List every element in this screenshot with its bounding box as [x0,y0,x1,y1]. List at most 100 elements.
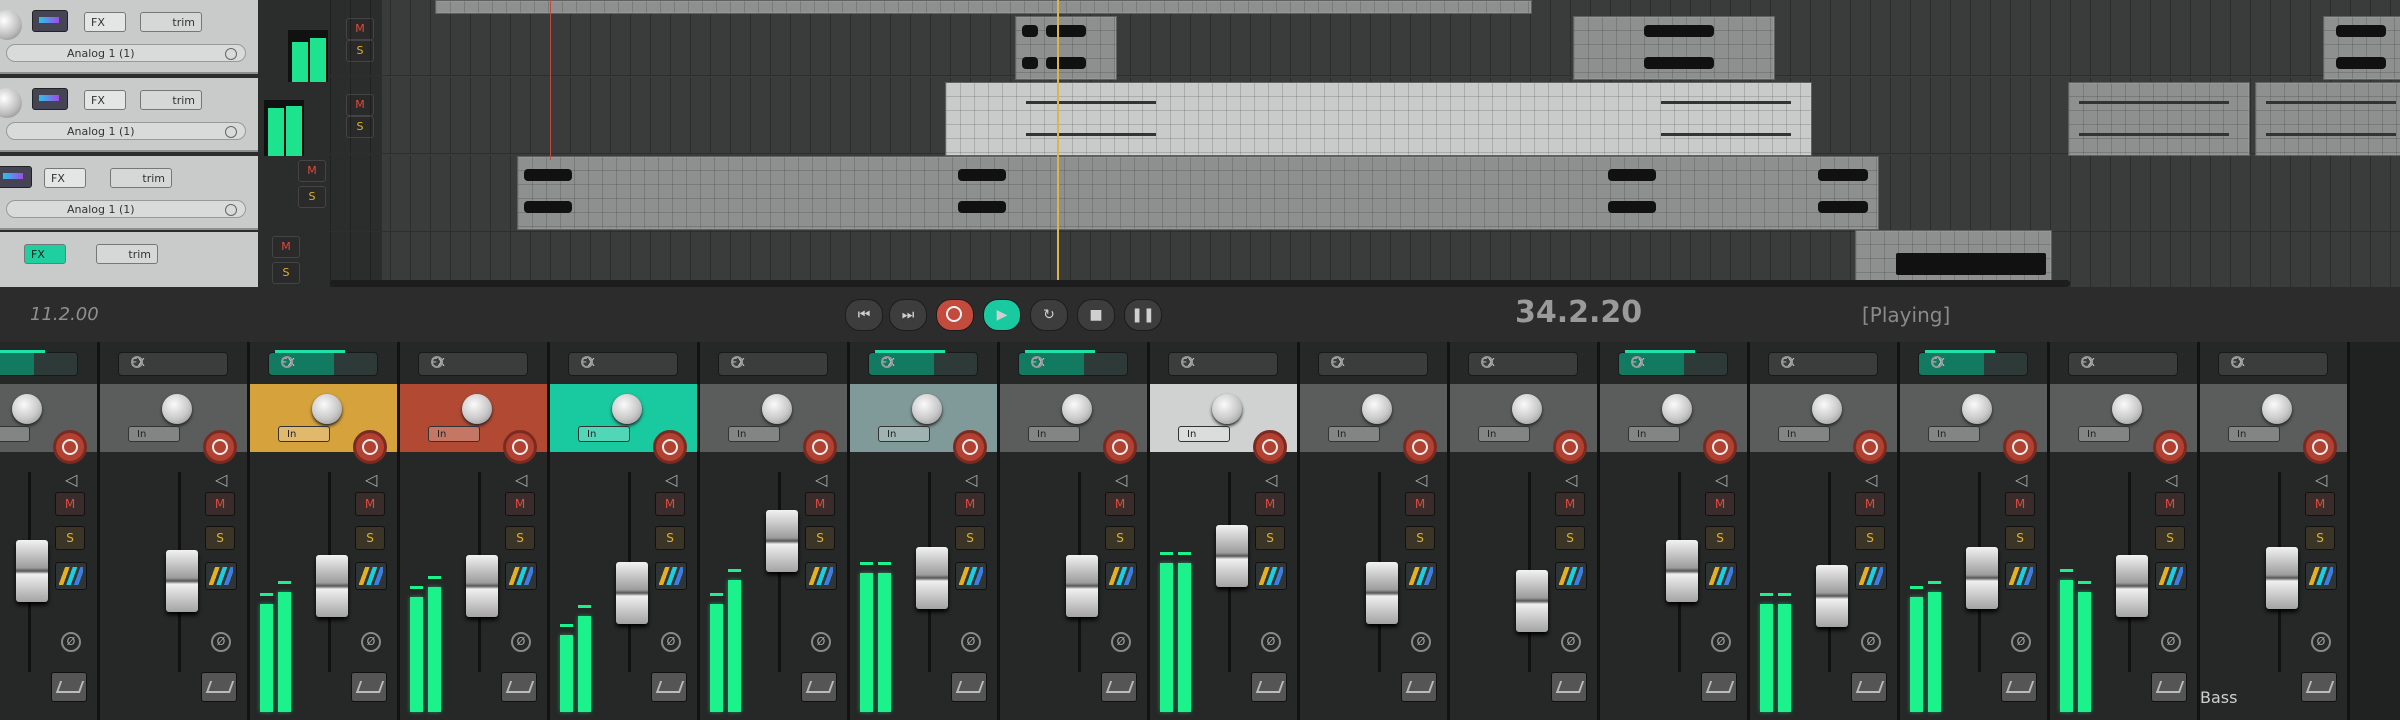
record-arm-button[interactable] [2303,430,2337,464]
mute-button[interactable]: M [1705,492,1735,516]
record-arm-button[interactable] [503,430,537,464]
speaker-icon[interactable]: ◁ [2015,470,2035,490]
strip-fx-button[interactable]: FX [568,352,678,376]
phase-invert-button[interactable]: Ø [1861,632,1881,652]
speaker-icon[interactable]: ◁ [815,470,835,490]
routing-icon[interactable] [1105,562,1137,590]
envelope-button[interactable] [1251,672,1287,702]
input-select[interactable]: In [578,426,630,442]
mute-button[interactable]: M [955,492,985,516]
fx-bypass-icon[interactable] [281,356,293,368]
pan-knob[interactable] [1212,394,1242,424]
solo-button[interactable]: S [1855,526,1885,550]
record-arm-button[interactable] [653,430,687,464]
mute-button[interactable]: M [2005,492,2035,516]
track-input-select[interactable]: Analog 1 (1) [6,200,246,218]
record-arm-button[interactable] [1553,430,1587,464]
volume-fader[interactable] [1066,555,1098,617]
routing-icon[interactable] [955,562,987,590]
speaker-icon[interactable]: ◁ [1865,470,1885,490]
fx-bypass-icon[interactable] [131,356,143,368]
track-3-mute-button[interactable]: M [298,160,326,182]
media-item[interactable] [2255,82,2400,156]
envelope-button[interactable] [2151,672,2187,702]
media-item[interactable] [2068,82,2250,156]
record-arm-button[interactable] [1403,430,1437,464]
input-select[interactable]: In [428,426,480,442]
solo-button[interactable]: S [505,526,535,550]
envelope-icon[interactable] [32,88,68,110]
fx-bypass-icon[interactable] [1931,356,1943,368]
input-select[interactable]: In [278,426,330,442]
strip-fx-button[interactable]: FX [418,352,528,376]
pan-knob[interactable] [162,394,192,424]
stop-button[interactable]: ■ [1077,299,1115,331]
solo-button[interactable]: S [655,526,685,550]
fx-bypass-icon[interactable] [1031,356,1043,368]
pan-knob[interactable] [2112,394,2142,424]
fx-bypass-icon[interactable] [1181,356,1193,368]
input-select[interactable]: In [1328,426,1380,442]
strip-fx-button[interactable]: FX [0,350,78,376]
track-fx-button[interactable]: FX [84,90,126,110]
track-record-arm-button[interactable] [0,10,22,40]
phase-invert-button[interactable]: Ø [1411,632,1431,652]
media-item[interactable] [1573,16,1775,80]
media-item[interactable] [2323,16,2400,80]
solo-button[interactable]: S [955,526,985,550]
envelope-button[interactable] [501,672,537,702]
phase-invert-button[interactable]: Ø [2011,632,2031,652]
fx-bypass-icon[interactable] [1481,356,1493,368]
speaker-icon[interactable]: ◁ [2315,470,2335,490]
pan-knob[interactable] [1512,394,1542,424]
track-fx-button[interactable]: FX [44,168,86,188]
record-arm-button[interactable] [803,430,837,464]
routing-icon[interactable] [355,562,387,590]
record-arm-button[interactable] [1703,430,1737,464]
record-button[interactable] [936,299,974,331]
mute-button[interactable]: M [1855,492,1885,516]
pan-knob[interactable] [1362,394,1392,424]
solo-button[interactable]: S [2005,526,2035,550]
play-button[interactable]: ▶ [983,299,1021,331]
routing-icon[interactable] [655,562,687,590]
record-arm-button[interactable] [1253,430,1287,464]
solo-button[interactable]: S [1405,526,1435,550]
envelope-button[interactable] [1551,672,1587,702]
mute-button[interactable]: M [205,492,235,516]
volume-fader[interactable] [916,547,948,609]
strip-fx-button[interactable]: FX [868,350,978,376]
fx-bypass-icon[interactable] [431,356,443,368]
input-select[interactable]: In [2228,426,2280,442]
envelope-button[interactable] [2301,672,2337,702]
solo-button[interactable]: S [1555,526,1585,550]
track-3-solo-button[interactable]: S [298,186,326,208]
phase-invert-button[interactable]: Ø [61,632,81,652]
routing-icon[interactable] [1405,562,1437,590]
phase-invert-button[interactable]: Ø [2161,632,2181,652]
record-arm-button[interactable] [1103,430,1137,464]
strip-fx-button[interactable]: FX [1918,350,2028,376]
input-select[interactable]: In [1628,426,1680,442]
pan-knob[interactable] [612,394,642,424]
fx-bypass-icon[interactable] [1631,356,1643,368]
phase-invert-button[interactable]: Ø [2311,632,2331,652]
volume-fader[interactable] [1966,547,1998,609]
envelope-icon[interactable] [0,166,32,188]
trim-volume-button[interactable]: trim [110,168,172,188]
speaker-icon[interactable]: ◁ [365,470,385,490]
input-select[interactable]: In [1178,426,1230,442]
routing-icon[interactable] [1855,562,1887,590]
track-header-2[interactable]: FX trim Analog 1 (1) [0,78,258,152]
strip-fx-button[interactable]: FX [1768,352,1878,376]
trim-volume-button[interactable]: trim [140,12,202,32]
record-arm-button[interactable] [1853,430,1887,464]
track-input-select[interactable]: Analog 1 (1) [6,44,246,62]
speaker-icon[interactable]: ◁ [1115,470,1135,490]
mute-button[interactable]: M [1555,492,1585,516]
pan-knob[interactable] [462,394,492,424]
mute-button[interactable]: M [2305,492,2335,516]
volume-fader[interactable] [2266,547,2298,609]
track-header-4[interactable]: FX trim [0,232,258,287]
envelope-button[interactable] [2001,672,2037,702]
